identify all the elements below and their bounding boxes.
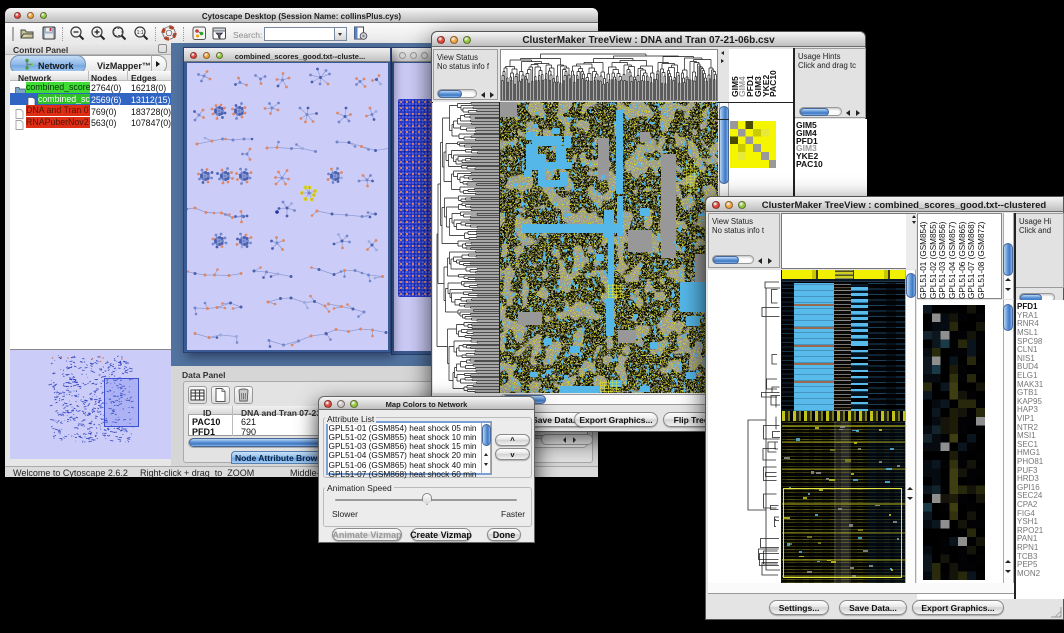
svg-text:1:1: 1:1	[137, 30, 144, 36]
